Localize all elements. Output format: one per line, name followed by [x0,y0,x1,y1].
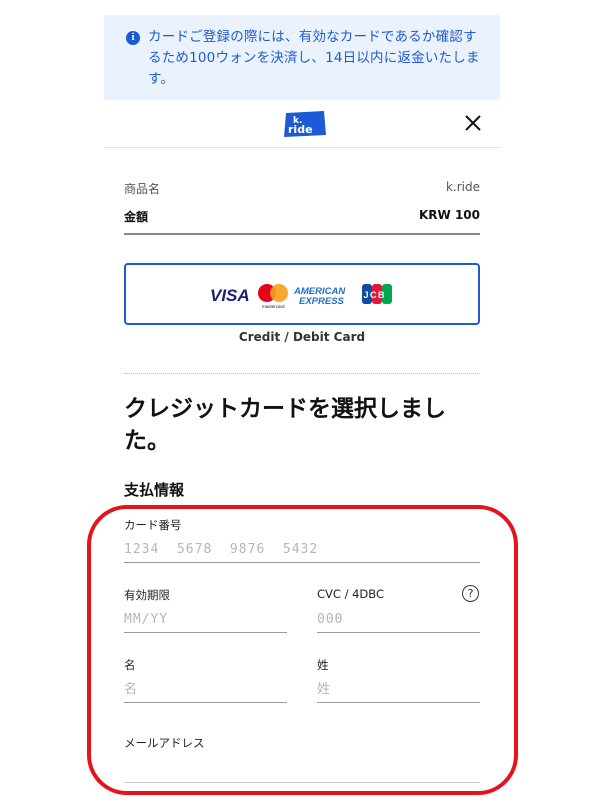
card-option-caption: Credit / Debit Card [238,330,366,344]
header: k. ride [104,100,500,148]
card-number-input[interactable] [124,537,480,563]
card-number-label: カード番号 [124,518,182,532]
expiry-label: 有効期限 [124,588,170,602]
mastercard-logo: mastercard [258,284,288,309]
amex-logo: AMERICAN EXPRESS [293,286,346,307]
last-name-input[interactable] [317,677,480,703]
help-icon[interactable]: ? [462,585,479,602]
first-name-input[interactable] [124,677,287,703]
page-title: クレジットカードを選択しました。 [124,396,446,454]
last-name-label: 姓 [317,658,329,672]
logo-ride: ride [288,123,313,136]
section-divider [124,373,480,374]
amount-value: KRW 100 [418,208,480,222]
product-label: 商品名 [124,182,161,196]
cvc-label: CVC / 4DBC [317,587,385,601]
jcb-logo: JCB [362,284,392,304]
credit-card-option[interactable]: VISA mastercard AMERICAN EXPRESS JCB [124,263,480,325]
expiry-input[interactable] [124,607,287,633]
close-icon[interactable] [462,112,484,134]
payment-info-title: 支払情報 [124,481,185,499]
banner-text: カードご登録の際には、有効なカードであるか確認するため100ウォンを決済し、14… [148,29,480,87]
first-name-label: 名 [124,658,136,672]
mastercard-wordmark: mastercard [262,304,285,309]
summary-divider [124,233,480,235]
email-label: メールアドレス [124,736,205,750]
amount-label: 金額 [124,210,149,224]
kride-logo: k. ride [284,111,326,137]
product-value: k.ride [445,180,480,194]
cvc-input[interactable] [317,607,480,633]
info-banner: i カードご登録の際には、有効なカードであるか確認するため100ウォンを決済し、… [104,15,500,100]
card-brands-logos: VISA mastercard AMERICAN EXPRESS JCB [210,284,392,309]
email-input[interactable] [124,757,480,783]
info-icon: i [126,31,140,45]
amex-line-2: EXPRESS [299,296,345,307]
jcb-wordmark: JCB [364,290,387,300]
visa-logo: VISA [210,286,250,305]
